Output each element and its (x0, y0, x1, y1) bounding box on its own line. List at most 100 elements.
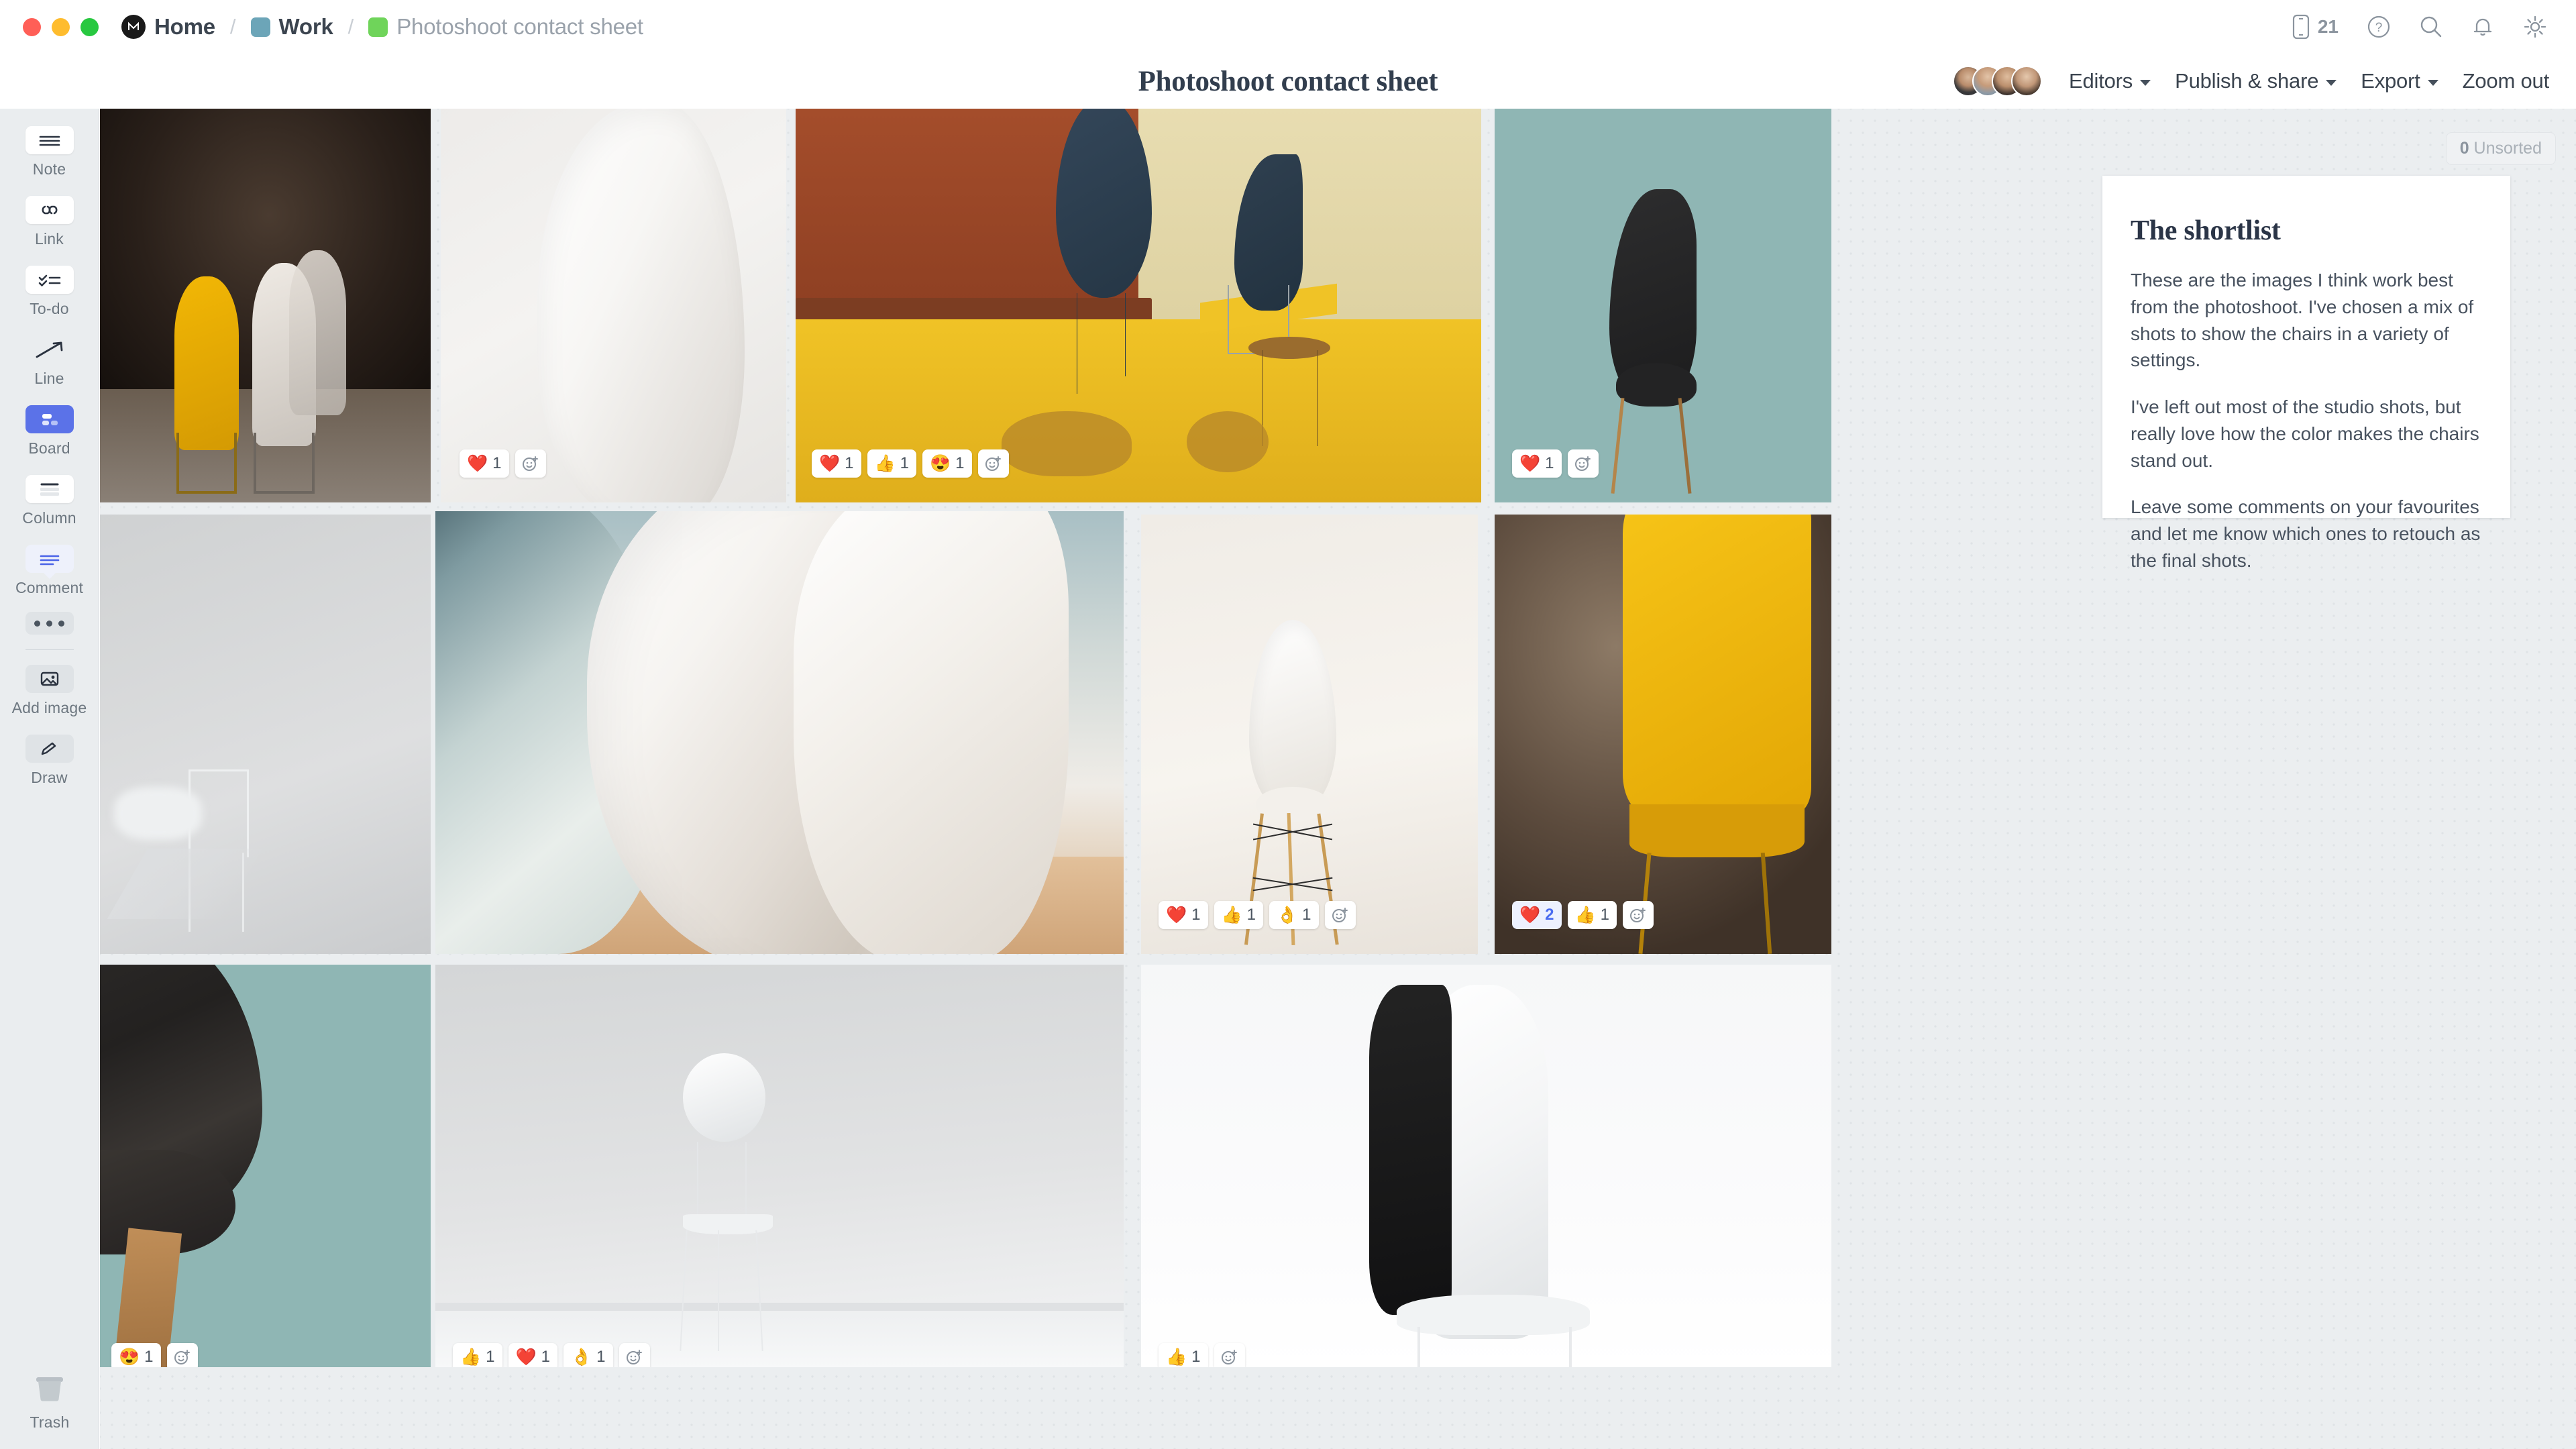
photo-card[interactable]: ❤️ 1 (441, 109, 786, 502)
photo-reactions[interactable]: 😍 1 (111, 1343, 198, 1367)
publish-share-menu-button[interactable]: Publish & share (2175, 69, 2337, 93)
settings-gear-icon[interactable] (2522, 14, 2548, 40)
sidebar-item-add-image[interactable]: Add image (0, 665, 99, 717)
heart-reaction[interactable]: ❤️ 1 (508, 1343, 557, 1367)
photo-card[interactable]: 😍 1 (100, 965, 431, 1367)
mobile-icon (2292, 14, 2310, 40)
window-titlebar: Home / Work / Photoshoot contact sheet 2… (0, 0, 2576, 54)
sidebar-item-line[interactable]: Line (0, 335, 99, 388)
publish-label: Publish & share (2175, 69, 2319, 93)
thumbs-up-reaction[interactable]: 👍 1 (1214, 901, 1263, 929)
sidebar-label-todo: To-do (30, 300, 69, 317)
add-reaction-button[interactable] (1324, 901, 1356, 929)
add-reaction-button[interactable] (1214, 1343, 1245, 1367)
add-reaction-button[interactable] (977, 449, 1009, 478)
thumbs-up-reaction[interactable]: 👍 1 (1567, 901, 1617, 929)
add-reaction-button[interactable] (1623, 901, 1654, 929)
breadcrumb-separator-1: / (229, 15, 236, 38)
zoom-out-button[interactable]: Zoom out (2462, 69, 2550, 93)
sidebar-item-trash[interactable]: Trash (0, 1373, 99, 1432)
breadcrumb-item-home[interactable]: Home (121, 14, 215, 40)
thumbs-up-reaction[interactable]: 👍 1 (453, 1343, 502, 1367)
heart-reaction[interactable]: ❤️ 2 (1512, 901, 1562, 929)
breadcrumb-item-current[interactable]: Photoshoot contact sheet (368, 14, 643, 40)
board-swatch-icon-work (250, 17, 270, 37)
editor-avatars[interactable] (1953, 66, 2043, 97)
breadcrumb-label-current: Photoshoot contact sheet (396, 14, 643, 39)
ok-hand-reaction[interactable]: 👌 1 (564, 1343, 613, 1367)
sidebar-item-todo[interactable]: To-do (0, 266, 99, 318)
sidebar-item-more[interactable] (0, 612, 99, 635)
editors-menu-button[interactable]: Editors (2069, 69, 2151, 93)
more-dots-icon (25, 612, 74, 635)
left-toolbar: Note Link To-do Line Board Column Commen… (0, 109, 99, 1449)
titlebar-actions: 21 ? (2292, 14, 2548, 40)
document-actionbar: Photoshoot contact sheet Editors Publish… (0, 54, 2576, 109)
photo-reactions[interactable]: ❤️ 2 👍 1 (1512, 901, 1654, 929)
export-menu-button[interactable]: Export (2361, 69, 2438, 93)
sidebar-item-link[interactable]: Link (0, 196, 99, 248)
sidebar-label-line: Line (34, 370, 64, 387)
sidebar-item-board[interactable]: Board (0, 405, 99, 458)
photo-reactions[interactable]: ❤️ 1 👍 1 👌 1 (1159, 901, 1356, 929)
sidebar-item-column[interactable]: Column (0, 475, 99, 527)
thumbs-up-reaction[interactable]: 👍 1 (1159, 1343, 1208, 1367)
unsorted-label: Unsorted (2473, 139, 2542, 158)
breadcrumb: Home / Work / Photoshoot contact sheet (121, 14, 643, 40)
window-traffic-lights[interactable] (23, 17, 99, 36)
help-icon[interactable]: ? (2367, 15, 2391, 39)
photo-card[interactable]: ❤️ 1 👍 1 😍 1 (796, 109, 1481, 502)
photo-card[interactable]: ❤️ 1 👍 1 👌 1 (1141, 515, 1478, 954)
photo-card[interactable]: ❤️ 1 (1495, 109, 1831, 502)
maximize-window-button[interactable] (80, 17, 99, 36)
sidebar-item-comment[interactable]: Comment (0, 545, 99, 597)
heart-reaction[interactable]: ❤️ 1 (1512, 449, 1562, 478)
sidebar-label-note: Note (32, 160, 66, 178)
heart-eyes-reaction[interactable]: 😍 1 (111, 1343, 161, 1367)
photo-reactions[interactable]: ❤️ 1 👍 1 😍 1 (812, 449, 1009, 478)
add-reaction-button[interactable] (515, 449, 546, 478)
photo-reactions[interactable]: 👍 1 (1159, 1343, 1245, 1367)
add-reaction-button[interactable] (619, 1343, 650, 1367)
add-reaction-button[interactable] (1567, 449, 1599, 478)
breadcrumb-item-work[interactable]: Work (250, 14, 333, 40)
photo-reactions[interactable]: 👍 1 ❤️ 1 👌 1 (453, 1343, 650, 1367)
sidebar-item-note[interactable]: Note (0, 126, 99, 178)
ok-hand-reaction[interactable]: 👌 1 (1269, 901, 1319, 929)
breadcrumb-separator-2: / (347, 15, 354, 38)
heart-reaction[interactable]: ❤️ 1 (460, 449, 509, 478)
sidebar-label-comment: Comment (15, 579, 84, 596)
minimize-window-button[interactable] (52, 17, 70, 36)
heart-reaction[interactable]: ❤️ 1 (812, 449, 861, 478)
heart-eyes-reaction[interactable]: 😍 1 (922, 449, 972, 478)
todo-icon (25, 266, 74, 294)
photo-card[interactable] (435, 511, 1124, 954)
photo-card[interactable]: ❤️ 2 👍 1 (1495, 515, 1831, 954)
photo-card[interactable]: 👍 1 (1141, 965, 1831, 1367)
chevron-down-icon (2326, 79, 2337, 86)
device-preview-button[interactable]: 21 (2292, 14, 2339, 40)
search-icon[interactable] (2419, 15, 2443, 39)
chevron-down-icon (2427, 79, 2438, 86)
device-count-label: 21 (2317, 16, 2339, 37)
photo-reactions[interactable]: ❤️ 1 (1512, 449, 1599, 478)
unsorted-count: 0 (2459, 139, 2469, 158)
board-swatch-icon-current (368, 17, 388, 37)
heart-reaction[interactable]: ❤️ 1 (1159, 901, 1208, 929)
notifications-bell-icon[interactable] (2471, 15, 2494, 39)
sidebar-divider (25, 649, 74, 650)
board-canvas[interactable]: 0 Unsorted ❤️ 1 ❤️ 1 👍 1 😍 1 ❤️ 1 ❤️ 1 👍… (100, 109, 2576, 1449)
zoom-out-label: Zoom out (2462, 69, 2550, 93)
unsorted-count-badge[interactable]: 0 Unsorted (2445, 132, 2556, 165)
close-window-button[interactable] (23, 17, 41, 36)
line-arrow-icon (25, 335, 74, 364)
add-reaction-button[interactable] (166, 1343, 198, 1367)
photo-reactions[interactable]: ❤️ 1 (460, 449, 546, 478)
thumbs-up-reaction[interactable]: 👍 1 (867, 449, 916, 478)
note-card-shortlist[interactable]: The shortlist These are the images I thi… (2102, 176, 2510, 571)
photo-card[interactable]: 👍 1 ❤️ 1 👌 1 (435, 965, 1124, 1367)
avatar[interactable] (2011, 66, 2043, 97)
photo-card[interactable] (100, 109, 431, 502)
photo-card[interactable] (100, 515, 431, 954)
sidebar-item-draw[interactable]: Draw (0, 735, 99, 787)
